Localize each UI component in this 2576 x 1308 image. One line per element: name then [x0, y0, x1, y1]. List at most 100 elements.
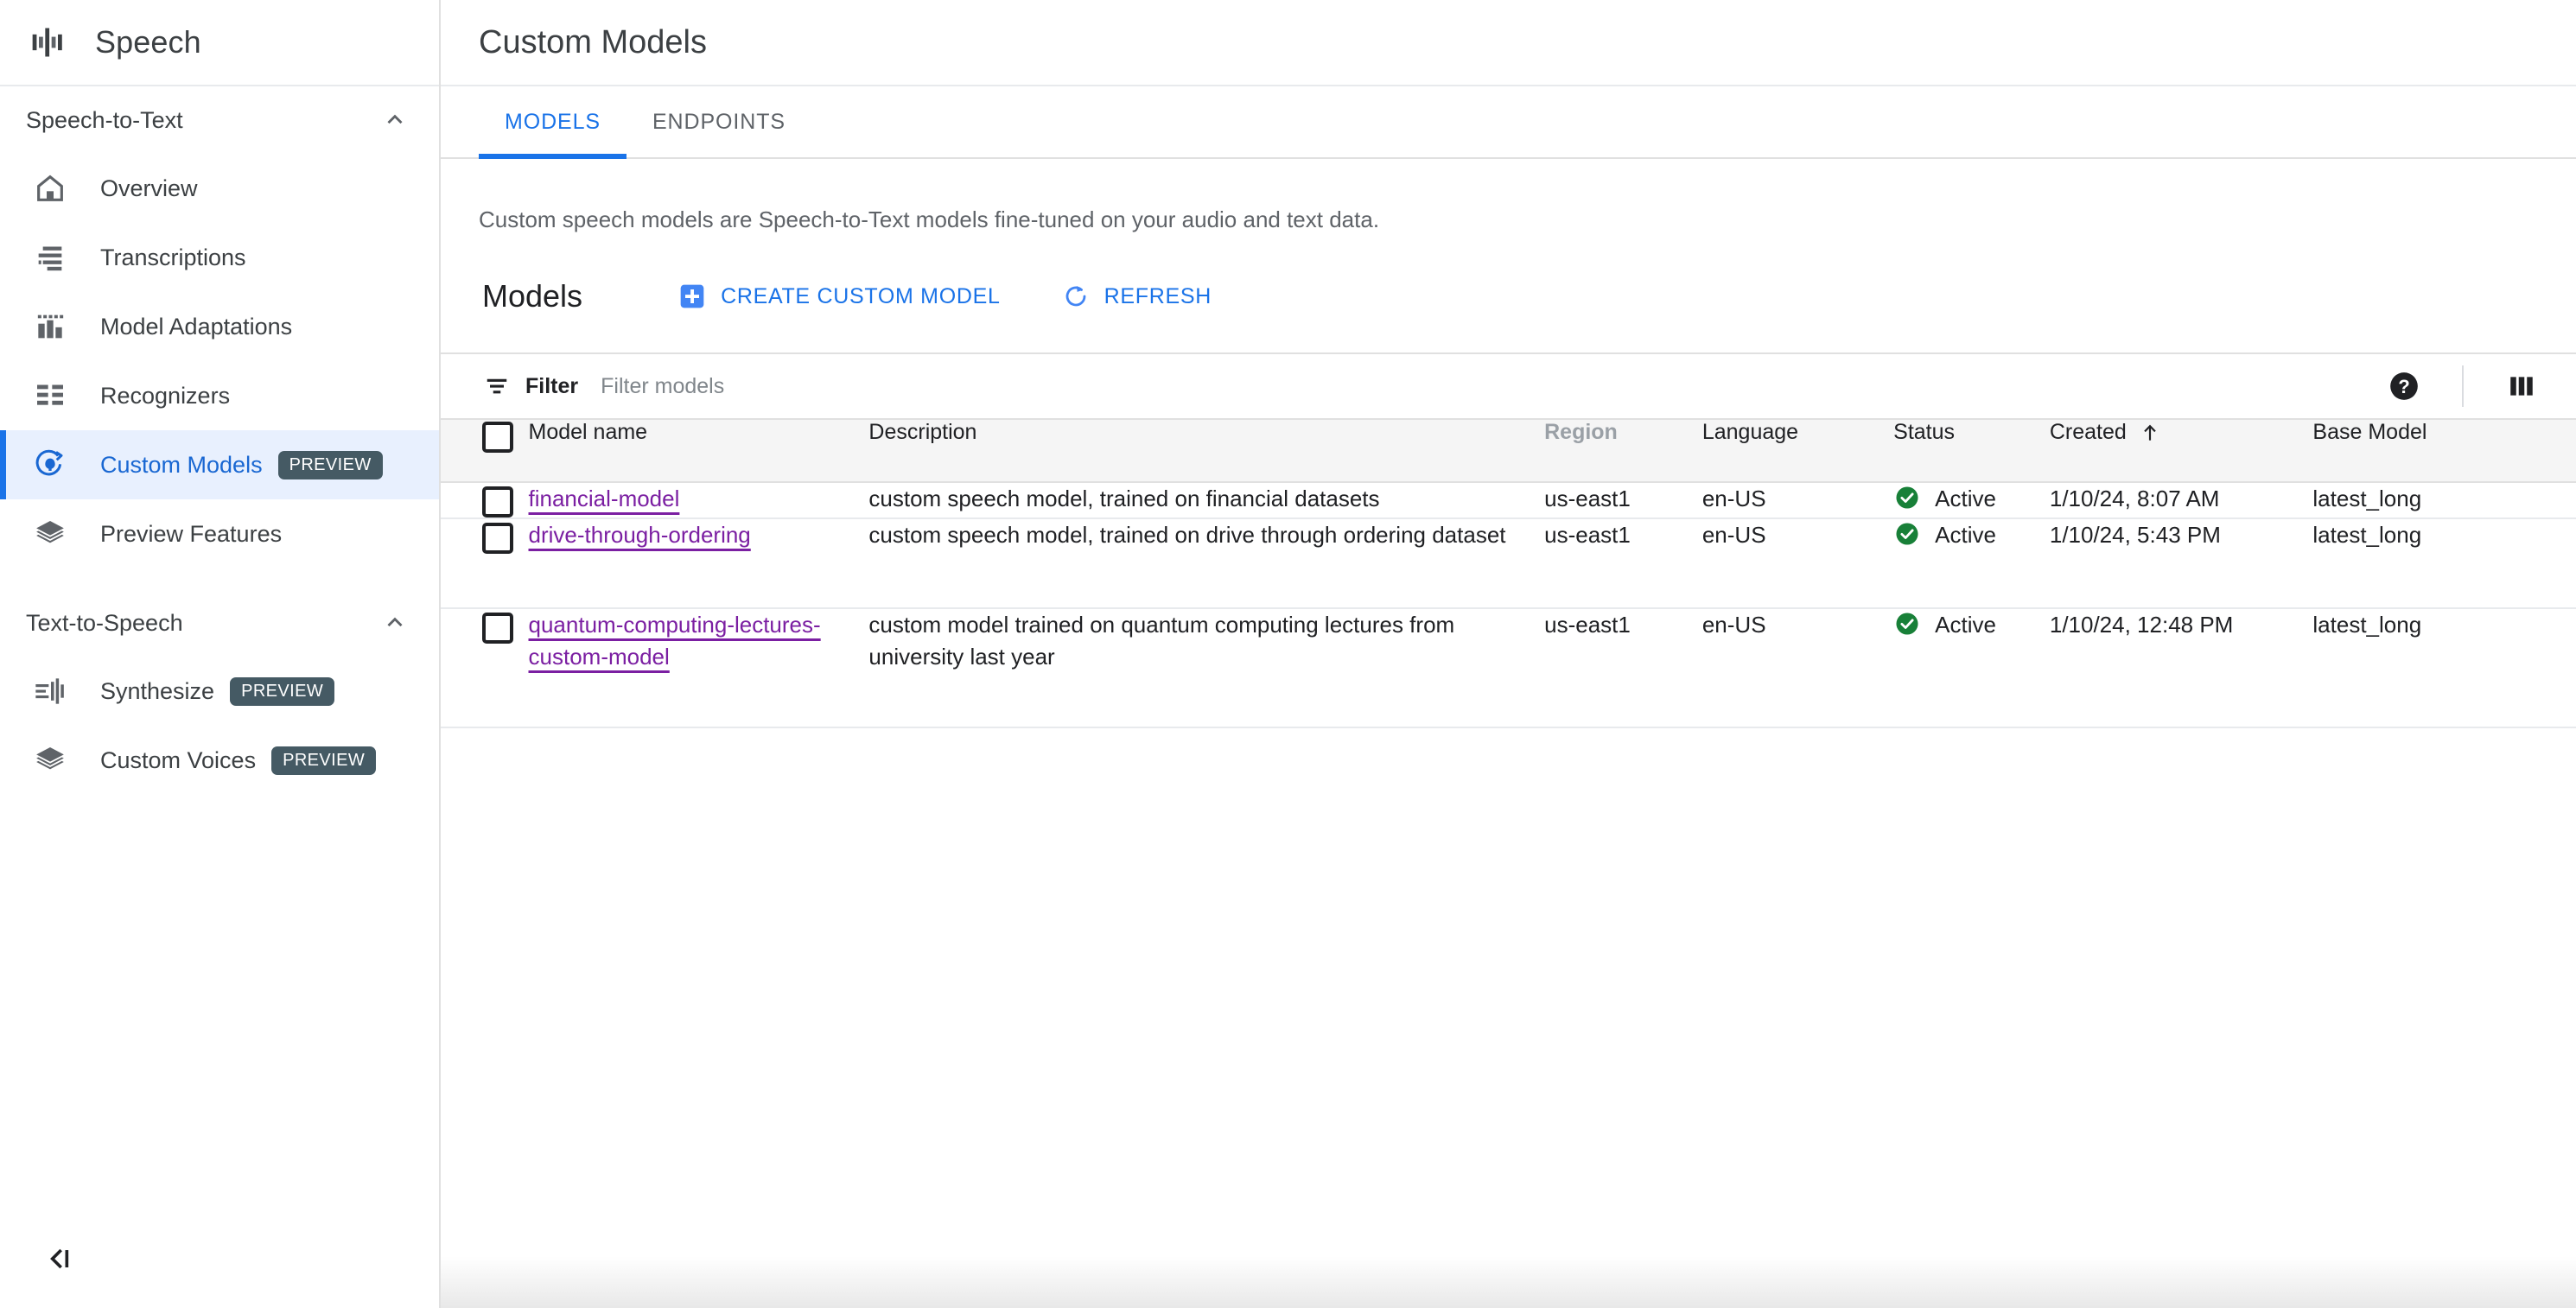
- bottom-scroll-shadow: [441, 1256, 2576, 1308]
- cell-model-name: financial-model: [529, 482, 869, 518]
- filter-label: Filter: [525, 373, 579, 398]
- cell-description: custom speech model, trained on financia…: [868, 486, 1380, 512]
- select-all-checkbox[interactable]: [482, 422, 513, 454]
- svg-text:?: ?: [2398, 377, 2410, 398]
- sidebar-item-preview-features[interactable]: Preview Features: [0, 499, 439, 568]
- model-name-link[interactable]: drive-through-ordering: [529, 522, 751, 548]
- chevron-up-icon: [382, 107, 408, 133]
- status-badge: Active: [1935, 612, 1996, 638]
- sidebar-item-recognizers[interactable]: Recognizers: [0, 361, 439, 430]
- sidebar-item-overview[interactable]: Overview: [0, 154, 439, 223]
- layers-icon: [31, 741, 69, 779]
- tab-endpoints[interactable]: ENDPOINTS: [627, 86, 811, 157]
- tab-models[interactable]: MODELS: [479, 86, 627, 159]
- cell-created: 1/10/24, 5:43 PM: [2049, 522, 2221, 549]
- header-region[interactable]: Region: [1544, 420, 1702, 484]
- sidebar-item-custom-voices[interactable]: Custom Voices PREVIEW: [0, 726, 439, 795]
- layers-icon: [31, 515, 69, 553]
- help-circle-icon[interactable]: ?: [2381, 363, 2427, 410]
- chevron-up-icon: [382, 610, 408, 636]
- button-label: REFRESH: [1104, 283, 1212, 308]
- cell-base-model: latest_long: [2312, 486, 2422, 512]
- toolbar-actions: ?: [2381, 363, 2545, 410]
- header-created-label: Created: [2049, 420, 2127, 445]
- cell-description: custom model trained on quantum computin…: [868, 612, 1455, 670]
- preview-badge: PREVIEW: [230, 676, 335, 706]
- sidebar-item-transcriptions[interactable]: Transcriptions: [0, 223, 439, 292]
- select-all-header: [441, 420, 529, 484]
- cell-region: us-east1: [1544, 486, 1631, 512]
- cell-created: 1/10/24, 8:07 AM: [2049, 486, 2220, 512]
- row-select-cell: [441, 518, 529, 608]
- table-head: Model name Description Region Language S…: [441, 420, 2576, 484]
- sidebar-item-label: Custom Models: [100, 451, 263, 478]
- cell-status: Active: [1893, 482, 2050, 518]
- tab-bar: MODELS ENDPOINTS: [441, 86, 2576, 159]
- sidebar-item-model-adaptations[interactable]: Model Adaptations: [0, 292, 439, 361]
- model-name-link[interactable]: financial-model: [529, 486, 680, 511]
- cell-created: 1/10/24, 12:48 PM: [2049, 612, 2234, 638]
- header-created[interactable]: Created: [2049, 420, 2313, 484]
- cell-base-model: latest_long: [2312, 612, 2422, 638]
- create-custom-model-button[interactable]: CREATE CUSTOM MODEL: [677, 273, 1001, 320]
- toolbar-divider: [2462, 365, 2464, 408]
- sidebar-item-custom-models[interactable]: Custom Models PREVIEW: [0, 430, 439, 499]
- sidebar-item-label: Synthesize: [100, 677, 215, 704]
- row-checkbox[interactable]: [482, 523, 513, 555]
- home-icon: [31, 169, 69, 207]
- button-label: CREATE CUSTOM MODEL: [721, 283, 1001, 308]
- cell-region: us-east1: [1544, 522, 1631, 549]
- filter-input[interactable]: [601, 373, 2381, 399]
- app-root: Speech Speech-to-Text Overview Transcrip…: [0, 0, 2576, 1308]
- brand-title: Speech: [95, 24, 201, 60]
- preview-badge: PREVIEW: [271, 746, 377, 775]
- nav-group-label: Speech-to-Text: [26, 106, 183, 133]
- models-table: Model name Description Region Language S…: [441, 420, 2576, 728]
- status-badge: Active: [1935, 522, 1996, 549]
- sidebar-item-label: Model Adaptations: [100, 313, 293, 340]
- cell-language: en-US: [1701, 486, 1766, 512]
- status-active-check-icon: [1893, 484, 1923, 513]
- table-body: financial-model custom speech model, tra…: [441, 482, 2576, 728]
- refresh-button[interactable]: REFRESH: [1061, 273, 1212, 320]
- intro-description: Custom speech models are Speech-to-Text …: [479, 206, 1380, 232]
- tab-label: ENDPOINTS: [652, 109, 786, 134]
- header-status[interactable]: Status: [1893, 420, 2050, 484]
- row-checkbox[interactable]: [482, 486, 513, 518]
- header-language[interactable]: Language: [1701, 420, 1894, 484]
- cell-description: custom speech model, trained on drive th…: [868, 522, 1506, 549]
- table-row[interactable]: quantum-computing-lectures-custom-model …: [441, 608, 2576, 728]
- page-header: Custom Models: [441, 0, 2576, 86]
- column-display-options-icon[interactable]: [2498, 363, 2545, 410]
- synthesize-waveform-icon: [31, 672, 69, 710]
- nav-group-speech-to-text[interactable]: Speech-to-Text: [0, 86, 439, 154]
- transcription-list-icon: [31, 238, 69, 276]
- row-select-cell: [441, 608, 529, 727]
- model-name-link[interactable]: quantum-computing-lectures-custom-model: [529, 612, 821, 670]
- cell-base-model: latest_long: [2312, 522, 2422, 549]
- cell-model-name: quantum-computing-lectures-custom-model: [529, 608, 869, 727]
- cell-status: Active: [1893, 518, 2050, 608]
- nav-group-text-to-speech[interactable]: Text-to-Speech: [0, 589, 439, 657]
- table-row[interactable]: drive-through-ordering custom speech mod…: [441, 518, 2576, 609]
- status-badge: Active: [1935, 486, 1996, 512]
- sidebar-item-label: Recognizers: [100, 382, 231, 409]
- sidebar-item-synthesize[interactable]: Synthesize PREVIEW: [0, 657, 439, 726]
- status-active-check-icon: [1893, 520, 1923, 549]
- header-model-name[interactable]: Model name: [528, 420, 869, 484]
- models-action-bar: Models CREATE CUSTOM MODEL REFRESH: [441, 235, 2576, 320]
- custom-model-icon: [31, 446, 69, 484]
- cell-status: Active: [1893, 608, 2050, 727]
- cell-language: en-US: [1701, 522, 1766, 549]
- table-row[interactable]: financial-model custom speech model, tra…: [441, 482, 2576, 519]
- tab-label: MODELS: [505, 109, 601, 134]
- header-description[interactable]: Description: [868, 420, 1545, 484]
- sidebar-item-label: Transcriptions: [100, 244, 246, 270]
- header-base-model[interactable]: Base Model: [2312, 420, 2576, 484]
- cell-region: us-east1: [1544, 612, 1631, 638]
- brand: Speech: [0, 0, 439, 86]
- row-checkbox[interactable]: [482, 613, 513, 644]
- audio-waveform-icon: [26, 20, 71, 65]
- sort-ascending-icon: [2139, 422, 2161, 444]
- collapse-sidebar-icon[interactable]: [36, 1235, 83, 1282]
